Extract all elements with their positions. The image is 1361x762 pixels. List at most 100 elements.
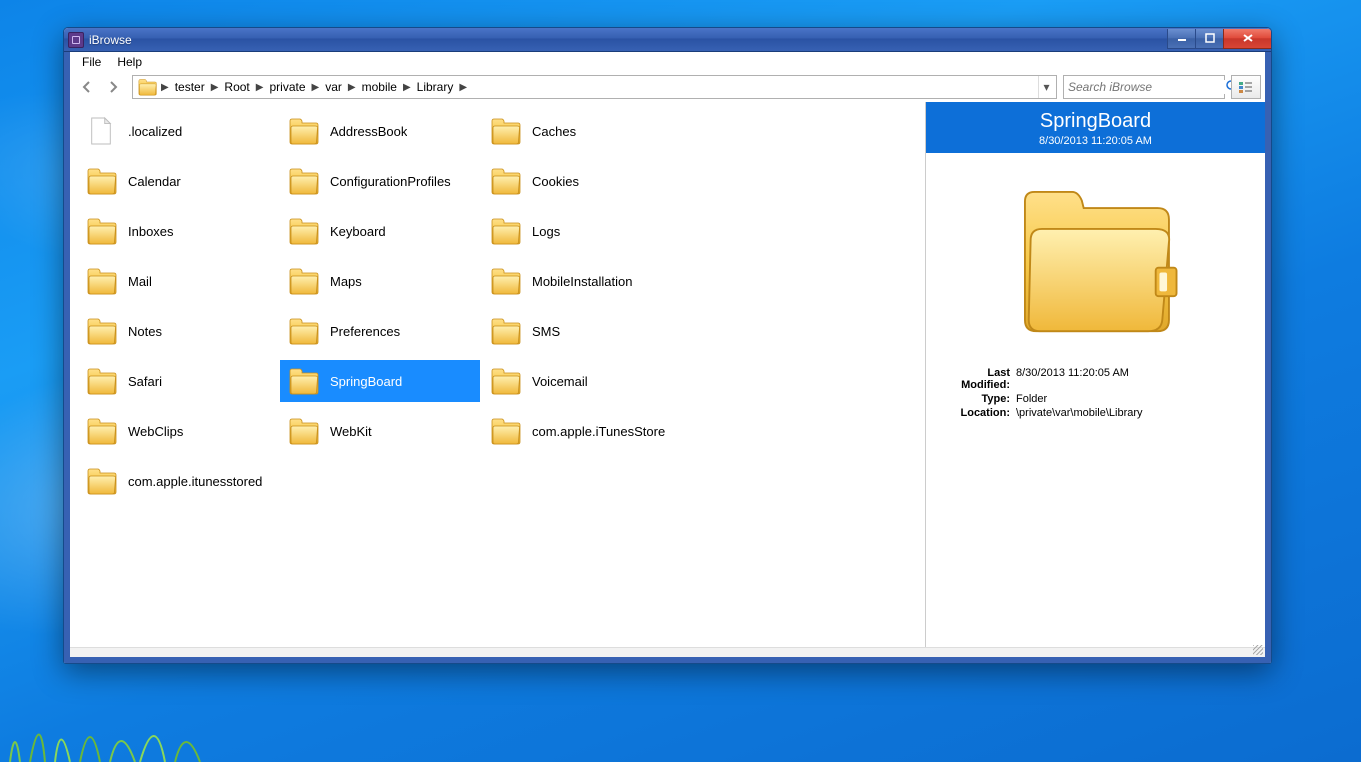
folder-item[interactable]: Preferences [280,310,480,352]
prop-label-type: Type: [940,393,1016,405]
folder-icon [486,114,524,148]
item-label: SpringBoard [330,374,402,389]
folder-item[interactable]: MobileInstallation [482,260,682,302]
chevron-right-icon: ▶ [209,82,221,93]
item-label: Calendar [128,174,181,189]
prop-value-location: \private\var\mobile\Library [1016,407,1251,419]
folder-icon [284,314,322,348]
app-window: iBrowse File Help ▶ tester ▶ Root ▶ [63,27,1272,664]
folder-icon [284,214,322,248]
breadcrumb-segment[interactable]: Root [220,80,253,94]
item-label: ConfigurationProfiles [330,174,451,189]
folder-item[interactable]: Cookies [482,160,682,202]
folder-item[interactable]: Caches [482,110,682,152]
prop-value-modified: 8/30/2013 11:20:05 AM [1016,367,1251,391]
nav-back-button[interactable] [74,75,100,99]
folder-item[interactable]: Logs [482,210,682,252]
item-label: MobileInstallation [532,274,632,289]
details-pane: SpringBoard 8/30/2013 11:20:05 AM Last M… [925,102,1265,647]
item-label: Maps [330,274,362,289]
statusbar-resize-grip[interactable] [70,647,1265,657]
chevron-right-icon: ▶ [310,82,322,93]
item-label: WebKit [330,424,372,439]
item-label: Preferences [330,324,400,339]
folder-icon [82,414,120,448]
breadcrumb-segment[interactable]: mobile [358,80,401,94]
view-options-button[interactable] [1231,75,1261,99]
breadcrumb-root-icon[interactable] [137,78,157,96]
item-label: Logs [532,224,560,239]
item-label: Keyboard [330,224,386,239]
chevron-right-icon: ▶ [346,82,358,93]
minimize-button[interactable] [1167,29,1195,49]
item-label: com.apple.itunesstored [128,474,262,489]
item-label: SMS [532,324,560,339]
folder-item[interactable]: ConfigurationProfiles [280,160,480,202]
folder-item[interactable]: Mail [78,260,278,302]
desktop-grass-decor [0,702,250,762]
nav-forward-button[interactable] [100,75,126,99]
folder-icon [284,164,322,198]
file-item[interactable]: .localized [78,110,278,152]
folder-item[interactable]: SMS [482,310,682,352]
details-subtitle: 8/30/2013 11:20:05 AM [932,135,1259,147]
breadcrumb-dropdown[interactable]: ▾ [1038,76,1054,98]
folder-item[interactable]: com.apple.itunesstored [78,460,278,502]
titlebar[interactable]: iBrowse [64,28,1271,52]
folder-item[interactable]: Notes [78,310,278,352]
breadcrumb-bar[interactable]: ▶ tester ▶ Root ▶ private ▶ var ▶ mobile… [132,75,1057,99]
folder-icon [486,314,524,348]
item-label: com.apple.iTunesStore [532,424,665,439]
folder-item[interactable]: WebClips [78,410,278,452]
breadcrumb-segment[interactable]: Library [413,80,458,94]
item-label: WebClips [128,424,183,439]
folder-icon [486,214,524,248]
search-input[interactable] [1068,80,1225,94]
breadcrumb-segment[interactable]: tester [171,80,209,94]
file-grid[interactable]: .localized Calendar Inboxes Mail Notes Safari… [70,102,925,647]
item-label: Cookies [532,174,579,189]
item-label: Safari [128,374,162,389]
folder-item[interactable]: Calendar [78,160,278,202]
folder-icon [486,264,524,298]
folder-item[interactable]: Voicemail [482,360,682,402]
folder-item[interactable]: AddressBook [280,110,480,152]
close-button[interactable] [1223,29,1271,49]
item-label: Notes [128,324,162,339]
menubar: File Help [70,52,1265,72]
folder-icon [82,164,120,198]
details-properties: Last Modified:8/30/2013 11:20:05 AM Type… [926,367,1265,421]
folder-item[interactable]: SpringBoard [280,360,480,402]
item-label: AddressBook [330,124,407,139]
window-title: iBrowse [89,33,132,47]
menu-help[interactable]: Help [109,53,150,71]
app-icon [68,32,84,48]
item-label: Mail [128,274,152,289]
maximize-button[interactable] [1195,29,1223,49]
folder-icon [82,214,120,248]
file-icon [82,114,120,148]
item-label: .localized [128,124,182,139]
breadcrumb-segment[interactable]: private [265,80,309,94]
breadcrumb-segment[interactable]: var [321,80,346,94]
folder-icon [486,164,524,198]
folder-icon [486,364,524,398]
details-large-folder-icon [926,153,1265,367]
item-label: Voicemail [532,374,588,389]
folder-item[interactable]: com.apple.iTunesStore [482,410,682,452]
folder-icon [82,464,120,498]
menu-file[interactable]: File [74,53,109,71]
window-controls [1167,29,1271,49]
folder-icon [284,264,322,298]
folder-icon [284,114,322,148]
folder-item[interactable]: Maps [280,260,480,302]
folder-item[interactable]: WebKit [280,410,480,452]
folder-item[interactable]: Keyboard [280,210,480,252]
search-box[interactable] [1063,75,1225,99]
chevron-right-icon: ▶ [159,82,171,93]
chevron-right-icon: ▶ [254,82,266,93]
folder-item[interactable]: Inboxes [78,210,278,252]
chevron-right-icon: ▶ [401,82,413,93]
prop-value-type: Folder [1016,393,1251,405]
folder-item[interactable]: Safari [78,360,278,402]
